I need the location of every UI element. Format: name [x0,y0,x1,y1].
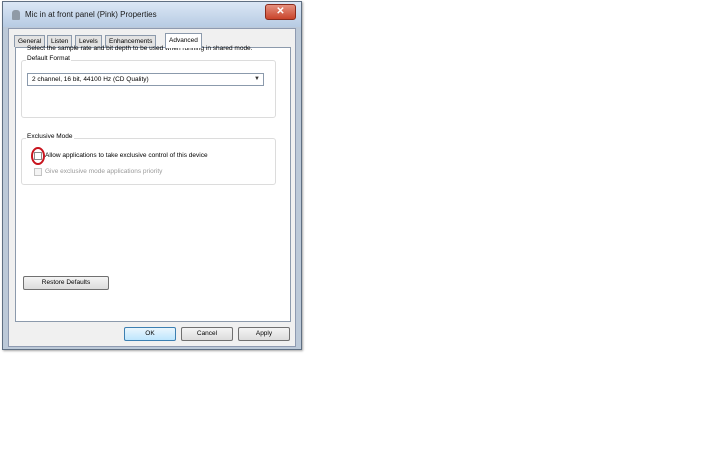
allow-exclusive-label[interactable]: Allow applications to take exclusive con… [45,152,208,159]
microphone-icon [12,10,20,20]
apply-button[interactable]: Apply [238,327,290,341]
window-title: Mic in at front panel (Pink) Properties [25,10,157,19]
restore-defaults-button[interactable]: Restore Defaults [23,276,109,290]
default-format-description: Select the sample rate and bit depth to … [27,45,253,52]
properties-dialog: Mic in at front panel (Pink) Properties … [2,1,302,350]
ok-button[interactable]: OK [124,327,176,341]
sample-rate-selected-value: 2 channel, 16 bit, 44100 Hz (CD Quality) [32,76,149,83]
default-format-group [21,60,276,118]
cancel-button[interactable]: Cancel [181,327,233,341]
close-button[interactable]: ✕ [265,4,296,20]
dropdown-arrow-icon[interactable]: ▼ [254,76,260,82]
highlight-circle-annotation [31,147,45,165]
tab-advanced[interactable]: Advanced [165,33,202,48]
exclusive-priority-label[interactable]: Give exclusive mode applications priorit… [45,168,162,175]
sample-rate-dropdown[interactable]: 2 channel, 16 bit, 44100 Hz (CD Quality)… [27,73,264,86]
exclusive-mode-group [21,138,276,185]
default-format-label: Default Format [26,55,71,62]
exclusive-mode-label: Exclusive Mode [26,133,74,140]
title-bar[interactable]: Mic in at front panel (Pink) Properties … [3,2,301,27]
exclusive-priority-checkbox[interactable] [34,168,42,176]
